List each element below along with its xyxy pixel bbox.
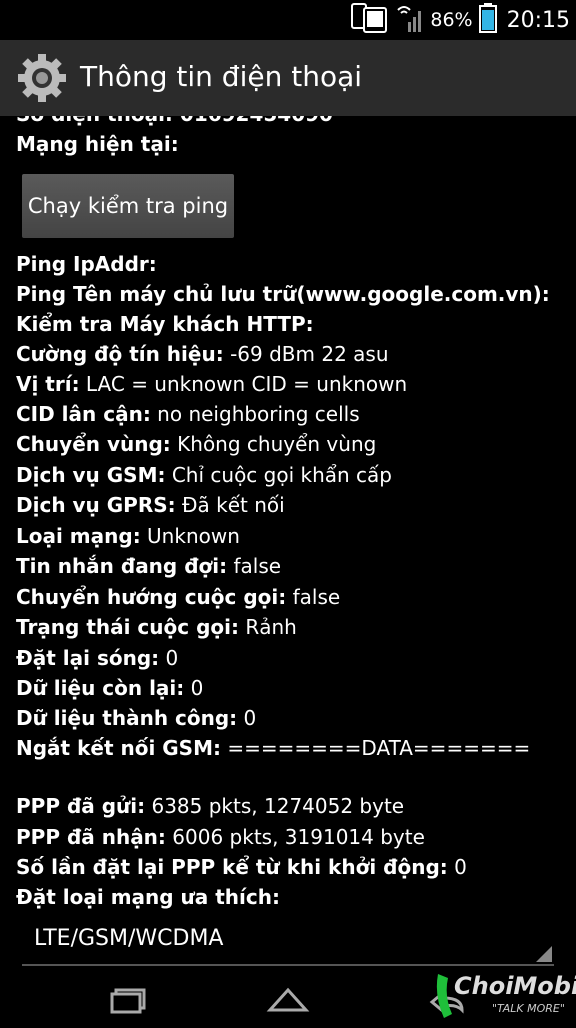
neighbor-cid-row: CID lân cận: no neighboring cells: [16, 402, 360, 426]
current-network-row: Mạng hiện tại:: [16, 132, 179, 156]
watermark-brand: ChoiMobile: [454, 972, 576, 1000]
message-waiting-row: Tin nhắn đang đợi: false: [16, 554, 282, 578]
phone-info-content: Số điện thoại: 01692454090 Mạng hiện tại…: [0, 116, 576, 974]
preferred-network-label: Đặt loại mạng ưa thích:: [16, 885, 280, 909]
location-row: Vị trí: LAC = unknown CID = unknown: [16, 372, 408, 396]
watermark-logo: ChoiMobile "TALK MORE": [432, 968, 576, 1024]
network-type-row: Loại mạng: Unknown: [16, 524, 240, 548]
status-bar: 86% 20:15: [0, 0, 576, 40]
preferred-network-select[interactable]: LTE/GSM/WCDMA: [22, 916, 554, 966]
call-state-row: Trạng thái cuộc gọi: Rảnh: [16, 615, 297, 639]
dropdown-arrow-icon: [536, 946, 552, 962]
signal-strength-row: Cường độ tín hiệu: -69 dBm 22 asu: [16, 342, 389, 366]
settings-gear-icon[interactable]: [16, 52, 68, 104]
phone-pair-icon: [350, 2, 390, 38]
roaming-row: Chuyển vùng: Không chuyển vùng: [16, 432, 377, 456]
page-title: Thông tin điện thoại: [80, 60, 363, 93]
recent-apps-icon[interactable]: [98, 982, 158, 1018]
ppp-sent-row: PPP đã gửi: 6385 pkts, 1274052 byte: [16, 794, 405, 818]
ping-ipaddr-row: Ping IpAddr:: [16, 252, 157, 276]
data-success-row: Dữ liệu thành công: 0: [16, 706, 257, 730]
ppp-reset-row: Số lần đặt lại PPP kể từ khi khởi động: …: [16, 855, 467, 879]
radio-reset-row: Đặt lại sóng: 0: [16, 646, 179, 670]
call-forward-row: Chuyển hướng cuộc gọi: false: [16, 585, 341, 609]
gsm-service-row: Dịch vụ GSM: Chỉ cuộc gọi khẩn cấp: [16, 463, 392, 487]
wifi-signal-icon: [396, 2, 424, 38]
clock: 20:15: [506, 7, 570, 33]
ping-host-row: Ping Tên máy chủ lưu trữ(www.google.com.…: [16, 282, 550, 306]
run-ping-test-button[interactable]: Chạy kiểm tra ping: [22, 174, 234, 238]
battery-icon: [478, 2, 497, 38]
watermark-tagline: "TALK MORE": [492, 1002, 565, 1015]
ppp-received-row: PPP đã nhận: 6006 pkts, 3191014 byte: [16, 825, 425, 849]
preferred-network-value: LTE/GSM/WCDMA: [34, 926, 224, 951]
battery-percent: 86%: [430, 9, 473, 31]
data-remaining-row: Dữ liệu còn lại: 0: [16, 676, 204, 700]
http-client-row: Kiểm tra Máy khách HTTP:: [16, 312, 314, 336]
home-icon[interactable]: [258, 982, 318, 1018]
action-bar: Thông tin điện thoại: [0, 40, 576, 116]
gprs-service-row: Dịch vụ GPRS: Đã kết nối: [16, 493, 285, 517]
gsm-disconnect-row: Ngắt kết nối GSM: ========DATA=======: [16, 736, 531, 760]
phone-number-row: Số điện thoại: 01692454090: [16, 116, 333, 126]
